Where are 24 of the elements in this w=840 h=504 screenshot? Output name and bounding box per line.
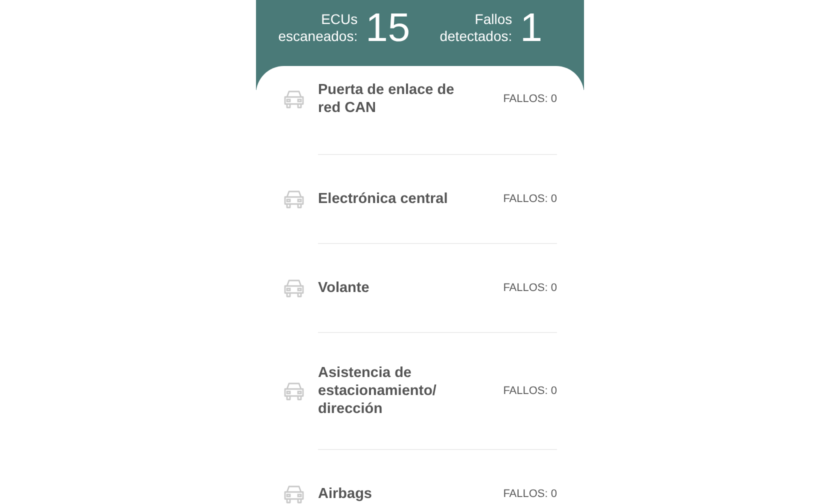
ecu-row[interactable]: Volante FALLOS: 0 [256, 244, 584, 332]
ecu-name: Asistencia de estacionamiento/ dirección [318, 364, 438, 418]
ecu-name: Puerta de enlace de red CAN [318, 81, 456, 117]
ecu-name: Electrónica central [318, 190, 449, 208]
fault-count: FALLOS: 0 [503, 92, 557, 107]
stat-label: ECUs escaneados: [278, 11, 358, 45]
stat-value: 15 [366, 6, 410, 50]
car-icon [282, 89, 306, 109]
ecu-row[interactable]: Electrónica central FALLOS: 0 [256, 155, 584, 243]
stat-value: 1 [520, 6, 542, 50]
fault-count: FALLOS: 0 [503, 486, 557, 502]
fault-count: FALLOS: 0 [503, 280, 557, 296]
ecu-row[interactable]: Asistencia de estacionamiento/ dirección FALLOS: 0 [256, 333, 584, 449]
ecu-name: Airbags [318, 485, 373, 503]
car-icon [282, 189, 306, 209]
car-icon [282, 381, 306, 401]
car-icon [282, 278, 306, 298]
ecu-name: Volante [318, 279, 370, 297]
fault-count: FALLOS: 0 [503, 384, 557, 399]
car-icon [282, 484, 306, 504]
ecu-row[interactable]: Airbags FALLOS: 0 [256, 450, 584, 504]
stat-label: Fallos detectados: [438, 11, 512, 45]
fault-count: FALLOS: 0 [503, 192, 557, 207]
ecu-row[interactable]: Puerta de enlace de red CAN FALLOS: 0 [256, 66, 584, 154]
